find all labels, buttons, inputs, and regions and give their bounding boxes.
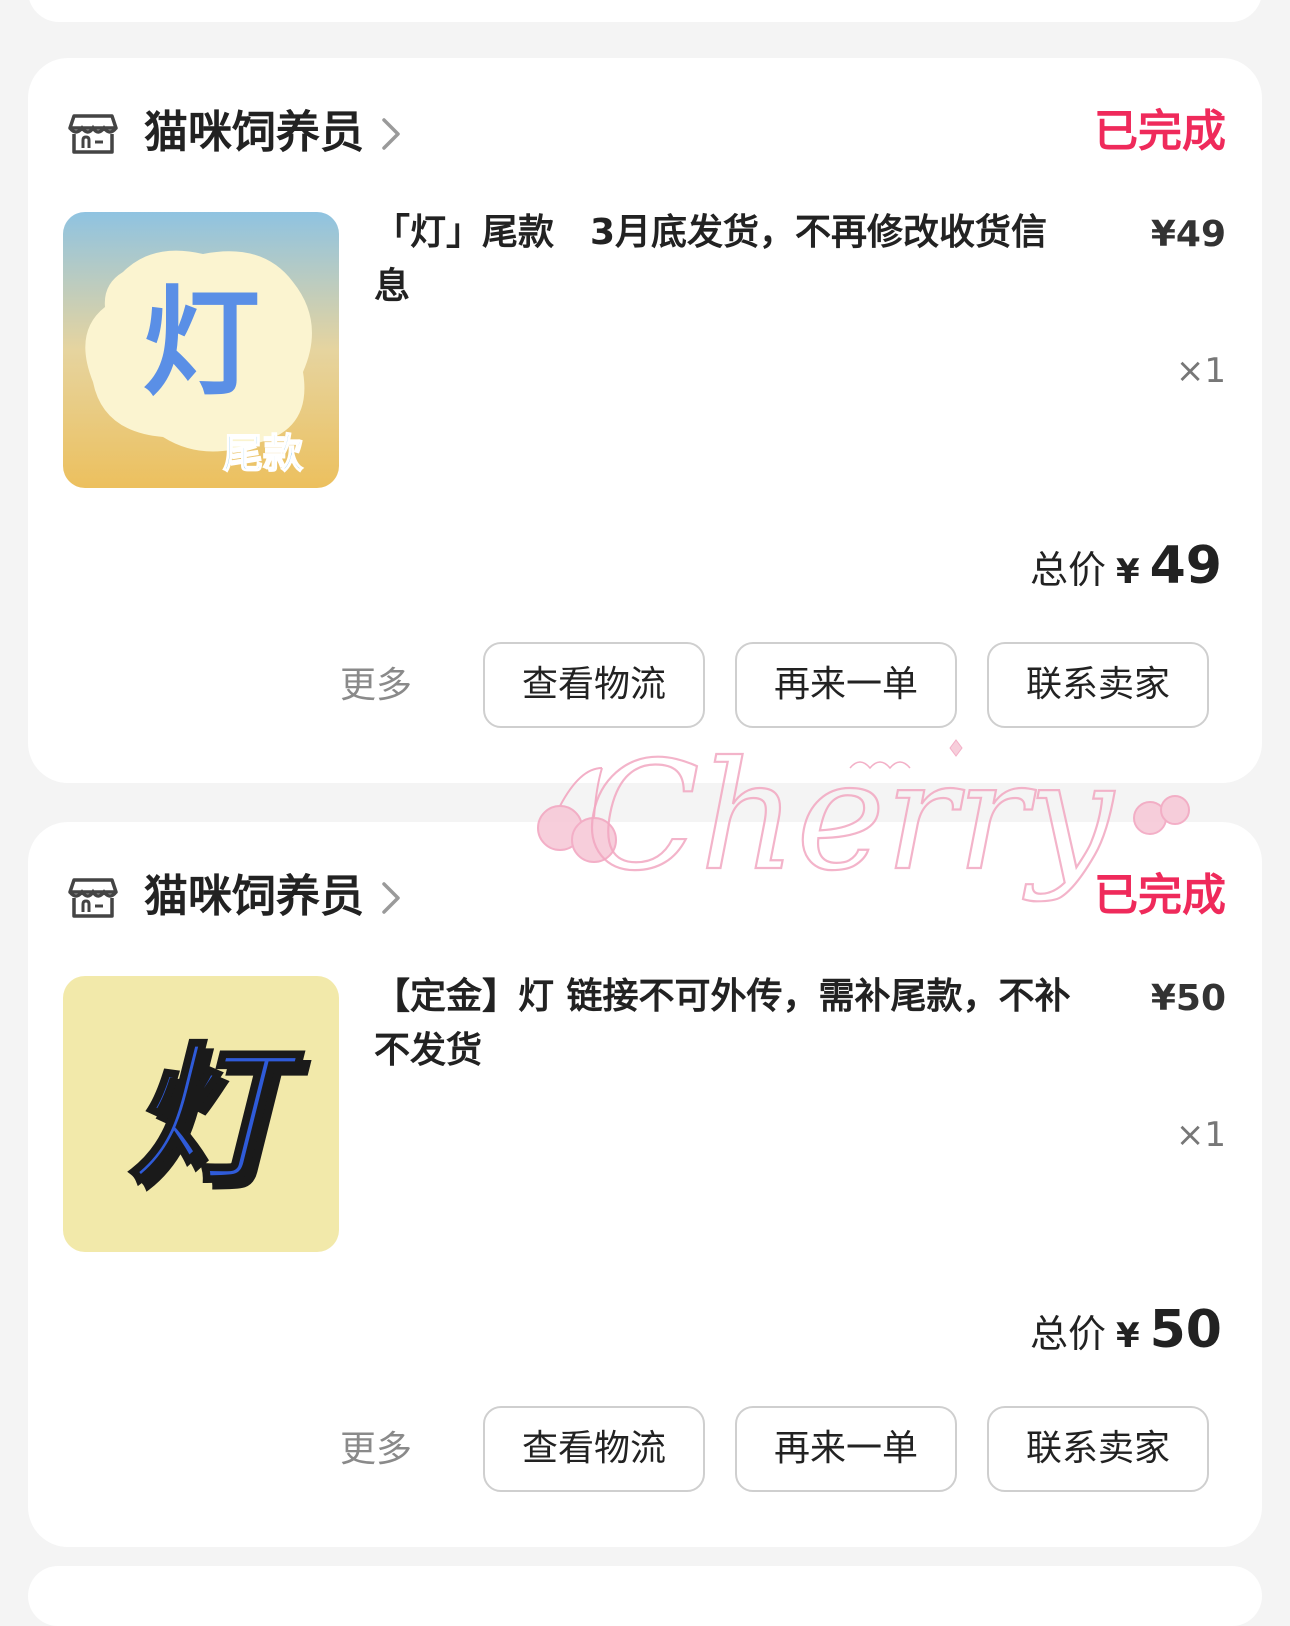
order-status: 已完成 bbox=[1094, 106, 1226, 157]
reorder-button[interactable]: 再来一单 bbox=[735, 1406, 957, 1492]
total-value: 49 bbox=[1149, 536, 1222, 596]
view-logistics-button[interactable]: 查看物流 bbox=[483, 642, 705, 728]
order-total: 总价 ¥ 49 bbox=[1030, 536, 1222, 606]
contact-seller-button[interactable]: 联系卖家 bbox=[987, 642, 1209, 728]
product-thumbnail[interactable]: 灯 尾款 bbox=[63, 212, 339, 488]
next-order-card-edge bbox=[28, 1566, 1262, 1626]
shop-icon[interactable] bbox=[66, 106, 120, 160]
chevron-right-icon[interactable] bbox=[380, 116, 402, 152]
order-card: 猫咪饲养员 已完成 灯 灯 【定金】灯 链接不可外传，需补尾款，不补不发货 ¥5… bbox=[28, 822, 1262, 1547]
product-title[interactable]: 【定金】灯 链接不可外传，需补尾款，不补不发货 bbox=[374, 970, 1074, 1078]
product-title[interactable]: 「灯」尾款 3月底发货，不再修改收货信息 bbox=[374, 206, 1074, 314]
total-label: 总价 bbox=[1029, 548, 1106, 592]
shop-icon[interactable] bbox=[66, 870, 120, 924]
unit-price: ¥50 bbox=[1150, 978, 1226, 1019]
total-currency: ¥ bbox=[1115, 1316, 1140, 1356]
previous-order-card-edge bbox=[28, 0, 1262, 22]
thumbnail-subtext: 尾款 bbox=[223, 431, 303, 477]
more-button[interactable]: 更多 bbox=[340, 656, 412, 716]
quantity: ×1 bbox=[1175, 351, 1226, 391]
product-thumbnail[interactable]: 灯 灯 bbox=[63, 976, 339, 1252]
contact-seller-button[interactable]: 联系卖家 bbox=[987, 1406, 1209, 1492]
chevron-right-icon[interactable] bbox=[380, 880, 402, 916]
view-logistics-button[interactable]: 查看物流 bbox=[483, 1406, 705, 1492]
thumbnail-glyph: 灯 bbox=[142, 274, 260, 412]
more-button[interactable]: 更多 bbox=[340, 1420, 412, 1480]
thumbnail-glyph: 灯 bbox=[128, 1030, 304, 1204]
reorder-button[interactable]: 再来一单 bbox=[735, 642, 957, 728]
order-status: 已完成 bbox=[1094, 870, 1226, 921]
total-label: 总价 bbox=[1029, 1312, 1106, 1356]
quantity: ×1 bbox=[1175, 1115, 1226, 1155]
unit-price: ¥49 bbox=[1150, 214, 1226, 255]
total-value: 50 bbox=[1149, 1300, 1222, 1360]
shop-name[interactable]: 猫咪饲养员 bbox=[144, 102, 364, 164]
total-currency: ¥ bbox=[1115, 552, 1140, 592]
shop-name[interactable]: 猫咪饲养员 bbox=[144, 866, 364, 928]
order-card: 猫咪饲养员 已完成 灯 尾款 「灯」尾款 3月底发货，不再修改收货信息 ¥49 … bbox=[28, 58, 1262, 783]
order-total: 总价 ¥ 50 bbox=[1030, 1300, 1222, 1370]
